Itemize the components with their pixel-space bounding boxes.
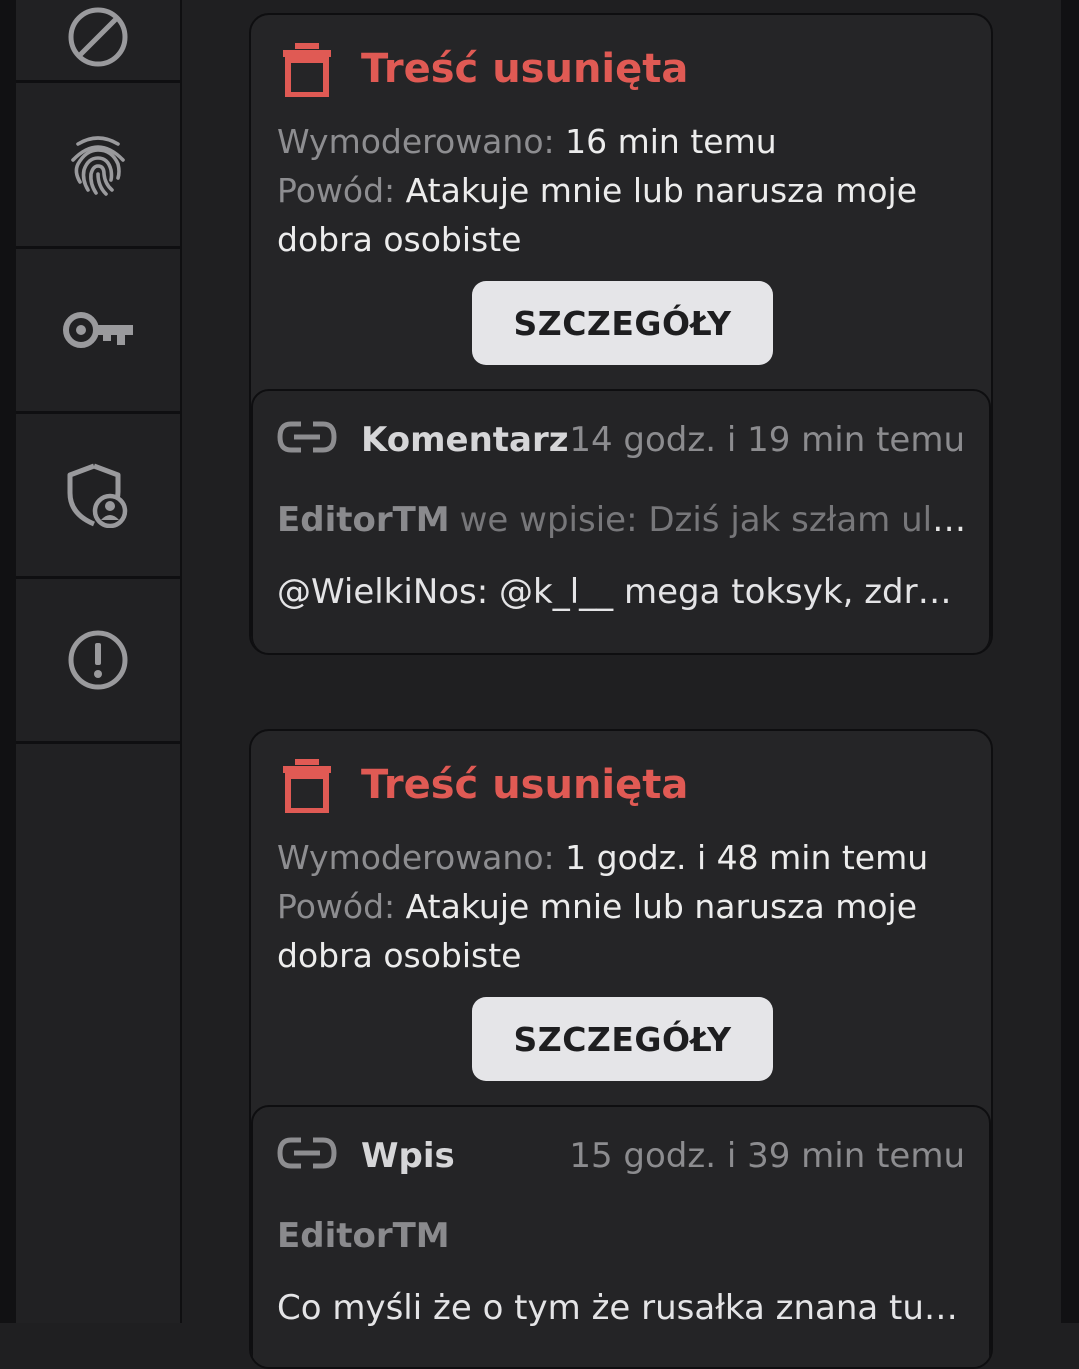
- content-type: Komentarz: [361, 420, 569, 460]
- moderated-info: Wymoderowano: 1 godz. i 48 min temu: [277, 833, 977, 882]
- reason-label: Powód:: [277, 171, 396, 210]
- sidebar-item-fingerprint[interactable]: [16, 84, 180, 249]
- content-time: 14 godz. i 19 min temu: [569, 420, 965, 460]
- content-author-row: EditorTM: [277, 1215, 967, 1257]
- delete-icon-wrap: [281, 757, 333, 813]
- content-excerpt: Co myśli że o tym że rusałka znana tu t.…: [277, 1288, 967, 1328]
- sidebar-item-blocked[interactable]: [16, 0, 180, 83]
- link-icon: [277, 1137, 337, 1169]
- moderation-card: Treść usunięta Wymoderowano: 16 min temu…: [249, 13, 993, 655]
- content-author[interactable]: EditorTM: [277, 1216, 450, 1256]
- sidebar-item-privacy[interactable]: [16, 414, 180, 579]
- moderated-content[interactable]: Komentarz 14 godz. i 19 min temu EditorT…: [251, 389, 991, 653]
- content-author[interactable]: EditorTM: [277, 500, 450, 540]
- delete-icon-wrap: [281, 41, 333, 97]
- moderated-label: Wymoderowano:: [277, 122, 555, 161]
- moderation-card: Treść usunięta Wymoderowano: 1 godz. i 4…: [249, 729, 993, 1369]
- moderated-info: Wymoderowano: 16 min temu: [277, 117, 977, 166]
- trash-icon: [283, 43, 331, 97]
- details-button[interactable]: SZCZEGÓŁY: [472, 997, 773, 1081]
- alert-circle-icon: [68, 630, 128, 690]
- card-title: Treść usunięta: [361, 46, 689, 92]
- moderated-value: 16 min temu: [565, 122, 777, 161]
- trash-icon: [283, 759, 331, 813]
- sidebar-item-reports[interactable]: [16, 579, 180, 744]
- reason-info: Powód: Atakuje mnie lub narusza moje dob…: [277, 882, 977, 980]
- key-icon: [63, 312, 133, 348]
- sidebar: [16, 0, 182, 1323]
- link-icon: [277, 421, 337, 453]
- moderated-value: 1 godz. i 48 min temu: [565, 838, 929, 877]
- fingerprint-icon: [71, 136, 125, 196]
- moderated-content[interactable]: Wpis 15 godz. i 39 min temu EditorTM Co …: [251, 1105, 991, 1367]
- left-edge: [0, 0, 16, 1323]
- right-edge: [1061, 0, 1079, 1323]
- details-button[interactable]: SZCZEGÓŁY: [472, 281, 773, 365]
- sidebar-item-password[interactable]: [16, 249, 180, 414]
- reason-info: Powód: Atakuje mnie lub narusza moje dob…: [277, 166, 977, 264]
- reason-label: Powód:: [277, 887, 396, 926]
- card-title: Treść usunięta: [361, 762, 689, 808]
- content-type: Wpis: [361, 1136, 455, 1176]
- shield-person-icon: [67, 463, 128, 528]
- block-icon: [68, 7, 128, 67]
- moderated-label: Wymoderowano:: [277, 838, 555, 877]
- content-author-row: EditorTM we wpisie: Dziś jak szłam ulic..…: [277, 499, 967, 541]
- content-excerpt: @WielkiNos: @k_l__ mega toksyk, zdrad...: [277, 572, 967, 612]
- content-time: 15 godz. i 39 min temu: [569, 1136, 965, 1176]
- content-context: we wpisie: Dziś jak szłam ulic...: [459, 500, 967, 540]
